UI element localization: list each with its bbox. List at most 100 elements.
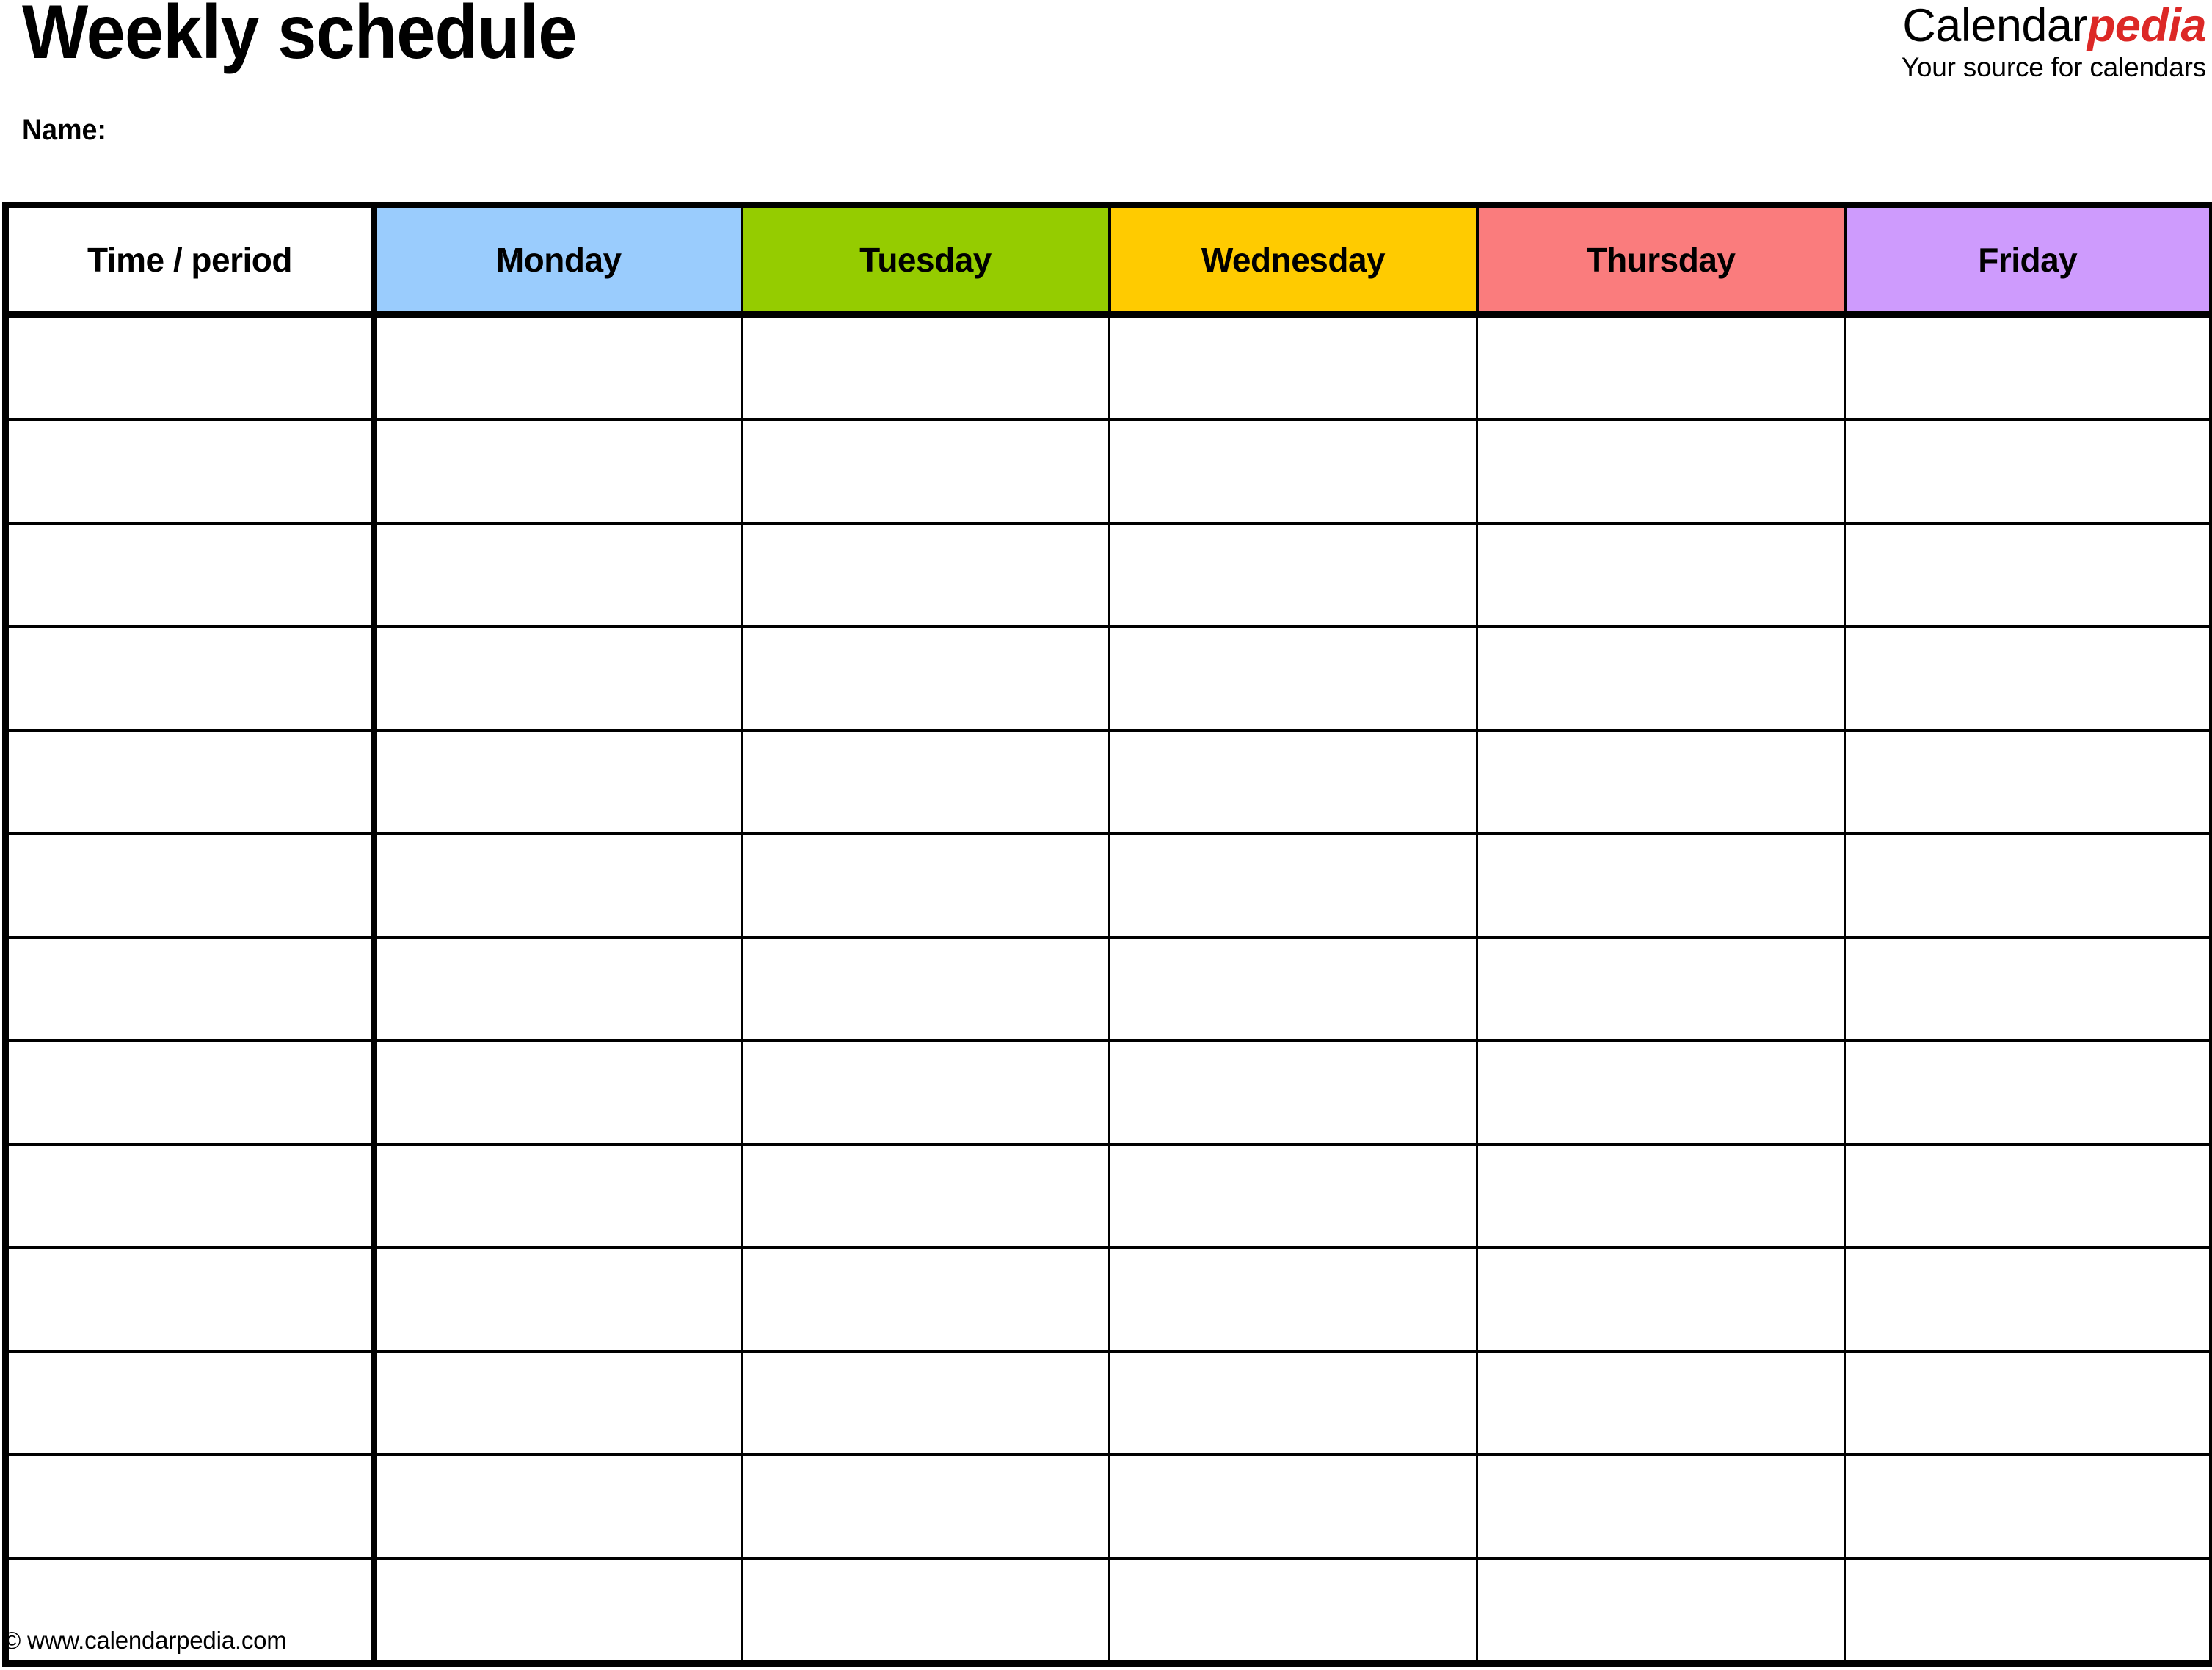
cell-monday[interactable] <box>373 1246 743 1353</box>
cell-friday[interactable] <box>1844 832 2212 939</box>
cell-tuesday[interactable] <box>741 418 1110 525</box>
calendarpedia-logo: Calendarpedia Your source for calendars <box>1901 3 2207 82</box>
table-row <box>2 832 2212 939</box>
cell-thursday[interactable] <box>1476 313 1846 421</box>
cell-monday[interactable] <box>373 832 743 939</box>
cell-friday[interactable] <box>1844 1143 2212 1249</box>
cell-time[interactable] <box>2 625 377 732</box>
table-row <box>2 522 2212 628</box>
cell-friday[interactable] <box>1844 522 2212 628</box>
cell-wednesday[interactable] <box>1108 1453 1478 1560</box>
column-header-monday[interactable]: Monday <box>372 202 743 318</box>
cell-tuesday[interactable] <box>741 729 1110 835</box>
cell-wednesday[interactable] <box>1108 1143 1478 1249</box>
column-header-wednesday[interactable]: Wednesday <box>1107 202 1479 318</box>
cell-monday[interactable] <box>373 1453 743 1560</box>
cell-time[interactable] <box>2 1143 377 1249</box>
cell-wednesday[interactable] <box>1108 729 1478 835</box>
cell-monday[interactable] <box>373 1039 743 1146</box>
cell-tuesday[interactable] <box>741 1039 1110 1146</box>
column-header-thursday[interactable]: Thursday <box>1475 202 1847 318</box>
cell-monday[interactable] <box>373 1143 743 1249</box>
schedule-header: Time / period Monday Tuesday Wednesday Thurs… <box>2 202 2212 318</box>
cell-friday[interactable] <box>1844 936 2212 1042</box>
cell-time[interactable] <box>2 313 377 421</box>
page-title: Weekly schedule <box>22 0 577 75</box>
cell-tuesday[interactable] <box>741 1143 1110 1249</box>
cell-thursday[interactable] <box>1476 1039 1846 1146</box>
cell-friday[interactable] <box>1844 729 2212 835</box>
cell-wednesday[interactable] <box>1108 1246 1478 1353</box>
table-row <box>2 1039 2212 1146</box>
cell-thursday[interactable] <box>1476 1143 1846 1249</box>
column-header-tuesday[interactable]: Tuesday <box>740 202 1111 318</box>
cell-friday[interactable] <box>1844 1246 2212 1353</box>
cell-thursday[interactable] <box>1476 522 1846 628</box>
cell-time[interactable] <box>2 729 377 835</box>
table-row <box>2 729 2212 835</box>
cell-wednesday[interactable] <box>1108 832 1478 939</box>
footer-copyright: © www.calendarpedia.com <box>3 1627 287 1654</box>
cell-thursday[interactable] <box>1476 936 1846 1042</box>
cell-friday[interactable] <box>1844 1557 2212 1667</box>
table-row <box>2 1453 2212 1560</box>
cell-thursday[interactable] <box>1476 625 1846 732</box>
cell-tuesday[interactable] <box>741 1246 1110 1353</box>
table-row <box>2 1143 2212 1249</box>
table-row <box>2 625 2212 732</box>
cell-time[interactable] <box>2 418 377 525</box>
cell-monday[interactable] <box>373 1557 743 1667</box>
cell-thursday[interactable] <box>1476 1453 1846 1560</box>
cell-tuesday[interactable] <box>741 522 1110 628</box>
cell-monday[interactable] <box>373 729 743 835</box>
column-header-friday[interactable]: Friday <box>1843 202 2212 318</box>
cell-monday[interactable] <box>373 418 743 525</box>
cell-time[interactable] <box>2 522 377 628</box>
cell-wednesday[interactable] <box>1108 418 1478 525</box>
cell-wednesday[interactable] <box>1108 1557 1478 1667</box>
cell-wednesday[interactable] <box>1108 522 1478 628</box>
cell-friday[interactable] <box>1844 418 2212 525</box>
cell-wednesday[interactable] <box>1108 1350 1478 1456</box>
cell-thursday[interactable] <box>1476 1246 1846 1353</box>
cell-monday[interactable] <box>373 625 743 732</box>
cell-time[interactable] <box>2 1246 377 1353</box>
cell-thursday[interactable] <box>1476 1557 1846 1667</box>
column-header-time[interactable]: Time / period <box>2 202 377 318</box>
cell-time[interactable] <box>2 936 377 1042</box>
cell-monday[interactable] <box>373 313 743 421</box>
schedule-body <box>2 313 2212 1667</box>
brand-tagline: Your source for calendars <box>1901 52 2206 82</box>
cell-wednesday[interactable] <box>1108 936 1478 1042</box>
cell-tuesday[interactable] <box>741 1350 1110 1456</box>
cell-friday[interactable] <box>1844 1453 2212 1560</box>
cell-time[interactable] <box>2 832 377 939</box>
cell-time[interactable] <box>2 1350 377 1456</box>
cell-friday[interactable] <box>1844 1039 2212 1146</box>
cell-tuesday[interactable] <box>741 1557 1110 1667</box>
table-row <box>2 1557 2212 1667</box>
cell-thursday[interactable] <box>1476 1350 1846 1456</box>
cell-monday[interactable] <box>373 936 743 1042</box>
cell-thursday[interactable] <box>1476 832 1846 939</box>
cell-tuesday[interactable] <box>741 936 1110 1042</box>
brand-wordmark: Calendarpedia <box>1902 3 2206 49</box>
cell-tuesday[interactable] <box>741 313 1110 421</box>
cell-tuesday[interactable] <box>741 832 1110 939</box>
cell-monday[interactable] <box>373 1350 743 1456</box>
cell-time[interactable] <box>2 1453 377 1560</box>
cell-thursday[interactable] <box>1476 418 1846 525</box>
cell-friday[interactable] <box>1844 1350 2212 1456</box>
schedule-table-container: Time / period Monday Tuesday Wednesday Thurs… <box>2 202 2212 1667</box>
cell-wednesday[interactable] <box>1108 1039 1478 1146</box>
cell-thursday[interactable] <box>1476 729 1846 835</box>
cell-time[interactable] <box>2 1039 377 1146</box>
cell-monday[interactable] <box>373 522 743 628</box>
cell-friday[interactable] <box>1844 625 2212 732</box>
cell-tuesday[interactable] <box>741 1453 1110 1560</box>
cell-tuesday[interactable] <box>741 625 1110 732</box>
cell-wednesday[interactable] <box>1108 313 1478 421</box>
cell-wednesday[interactable] <box>1108 625 1478 732</box>
table-row <box>2 418 2212 525</box>
cell-friday[interactable] <box>1844 313 2212 421</box>
